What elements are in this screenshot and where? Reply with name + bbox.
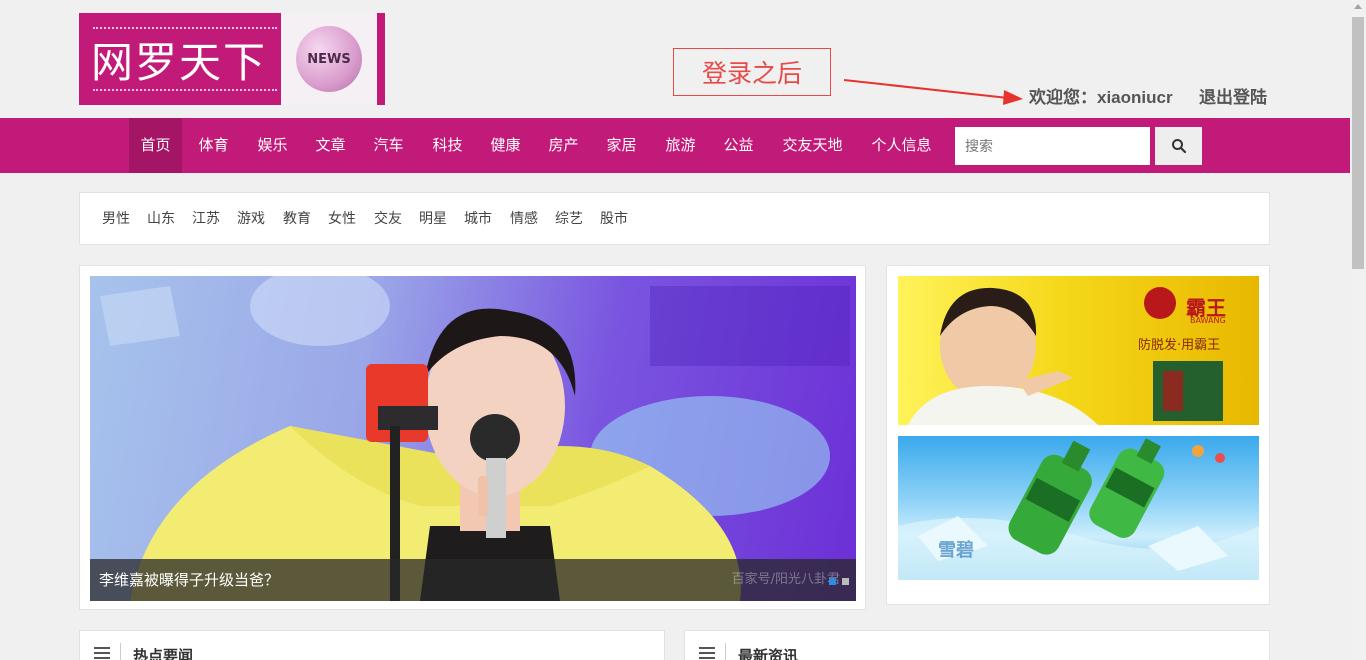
site-logo[interactable]: 网罗天下 NEWS [79,13,385,105]
search-input[interactable] [955,127,1150,165]
tag-link[interactable]: 山东 [147,208,175,228]
nav-item-auto[interactable]: 汽车 [362,118,415,173]
image-watermark: 百家号/阳光八卦君 [731,572,840,587]
tag-link[interactable]: 综艺 [555,208,583,228]
tag-link[interactable]: 男性 [102,208,130,228]
page-scrollbar[interactable] [1350,0,1366,660]
nav-item-realestate[interactable]: 房产 [537,118,590,173]
nav-item-travel[interactable]: 旅游 [654,118,707,173]
list-icon [699,647,715,659]
logo-decoration [93,89,277,91]
slider-dot[interactable] [842,578,849,585]
tag-link[interactable]: 股市 [600,208,628,228]
ads-panel: 霸王 BAWANG 防脱发·用霸王 雪碧 [886,265,1270,605]
annotation-box: 登录之后 [673,48,831,96]
nav-item-sports[interactable]: 体育 [187,118,240,173]
tag-link[interactable]: 情感 [510,208,538,228]
search-button[interactable] [1155,127,1202,165]
nav-item-entertainment[interactable]: 娱乐 [246,118,299,173]
search-icon [1171,139,1186,154]
hot-news-panel: 热点要闻 [79,630,665,660]
nav-item-home[interactable]: 首页 [129,118,182,173]
tag-link[interactable]: 教育 [283,208,311,228]
nav-item-home-living[interactable]: 家居 [595,118,648,173]
slider-dot-active[interactable] [829,578,836,585]
nav-item-health[interactable]: 健康 [479,118,532,173]
nav-item-articles[interactable]: 文章 [304,118,357,173]
ad-banner-sprite[interactable]: 雪碧 [898,436,1259,580]
tag-link[interactable]: 游戏 [237,208,265,228]
scroll-thumb[interactable] [1352,17,1364,269]
logo-text: 网罗天下 [90,37,267,87]
scroll-up-icon[interactable] [1354,4,1362,9]
ad-bawang-brand-en: BAWANG [1190,316,1226,325]
nav-item-charity[interactable]: 公益 [712,118,765,173]
featured-photo [100,276,850,601]
tag-link[interactable]: 交友 [374,208,402,228]
news-badge: NEWS [281,13,377,105]
divider [725,643,726,660]
latest-news-panel: 最新资讯 [684,630,1270,660]
news-badge-label: NEWS [296,26,362,92]
nav-item-profile[interactable]: 个人信息 [864,118,939,173]
featured-slider: 李维嘉被曝得子升级当爸？ 百家号/阳光八卦君 [79,265,866,610]
hot-news-title: 热点要闻 [133,647,194,660]
ad-banner-bawang[interactable]: 霸王 BAWANG 防脱发·用霸王 [898,276,1259,425]
tag-link[interactable]: 城市 [464,208,492,228]
tag-bar: 男性 山东 江苏 游戏 教育 女性 交友 明星 城市 情感 综艺 股市 [79,192,1270,245]
logout-link[interactable]: 退出登陆 [1199,83,1267,108]
tag-link[interactable]: 江苏 [192,208,220,228]
slider-caption-text: 李维嘉被曝得子升级当爸？ [99,571,280,589]
slider-caption[interactable]: 李维嘉被曝得子升级当爸？ 百家号/阳光八卦君 [90,559,856,601]
list-icon [94,647,110,659]
ad-bawang-slogan: 防脱发·用霸王 [1138,338,1221,353]
tag-link[interactable]: 明星 [419,208,447,228]
annotation-arrow-icon [843,79,1023,105]
main-nav: 首页 体育 娱乐 文章 汽车 科技 健康 房产 家居 旅游 公益 交友天地 个人… [0,118,1350,173]
ad-sprite-text: 雪碧 [938,540,974,561]
featured-image[interactable]: 李维嘉被曝得子升级当爸？ 百家号/阳光八卦君 [90,276,856,601]
nav-item-tech[interactable]: 科技 [421,118,474,173]
tag-link[interactable]: 女性 [328,208,356,228]
divider [120,643,121,660]
latest-news-title: 最新资讯 [738,647,799,660]
welcome-text: 欢迎您：xiaoniucr [1029,88,1173,107]
nav-item-dating[interactable]: 交友天地 [776,118,849,173]
